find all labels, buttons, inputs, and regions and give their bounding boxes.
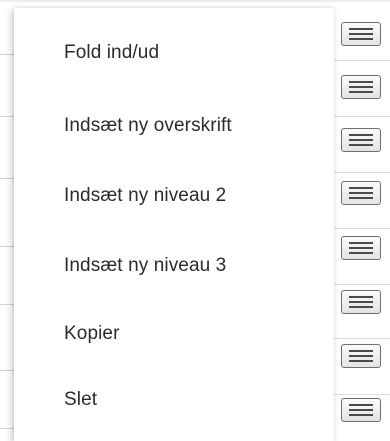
- row-menu-button[interactable]: [341, 181, 381, 205]
- context-menu: Fold ind/ud Indsæt ny overskrift Indsæt …: [14, 8, 334, 441]
- hamburger-menu-icon: [349, 403, 373, 417]
- row-divider: [332, 60, 390, 61]
- row-divider: [332, 338, 390, 339]
- row-menu-button[interactable]: [341, 290, 381, 314]
- row-menu-button[interactable]: [341, 22, 381, 46]
- page-top-edge: [0, 0, 390, 3]
- menu-item-insert-level-2[interactable]: Indsæt ny niveau 2: [64, 185, 226, 207]
- menu-item-fold-toggle[interactable]: Fold ind/ud: [64, 42, 159, 64]
- row-menu-button[interactable]: [341, 128, 381, 152]
- hamburger-menu-icon: [349, 349, 373, 363]
- menu-item-insert-heading[interactable]: Indsæt ny overskrift: [64, 115, 232, 137]
- hamburger-menu-icon: [349, 133, 373, 147]
- row-divider: [332, 394, 390, 395]
- row-menu-button[interactable]: [341, 344, 381, 368]
- hamburger-menu-icon: [349, 295, 373, 309]
- hamburger-menu-icon: [349, 186, 373, 200]
- hamburger-menu-icon: [349, 241, 373, 255]
- row-menu-button[interactable]: [341, 236, 381, 260]
- row-divider: [332, 228, 390, 229]
- menu-item-copy[interactable]: Kopier: [64, 323, 120, 345]
- row-menu-button[interactable]: [341, 75, 381, 99]
- row-divider: [332, 116, 390, 117]
- menu-item-insert-level-3[interactable]: Indsæt ny niveau 3: [64, 255, 226, 277]
- row-divider: [332, 172, 390, 173]
- row-divider: [332, 284, 390, 285]
- hamburger-menu-icon: [349, 80, 373, 94]
- menu-item-delete[interactable]: Slet: [64, 389, 97, 411]
- row-menu-button[interactable]: [341, 398, 381, 422]
- hamburger-menu-icon: [349, 27, 373, 41]
